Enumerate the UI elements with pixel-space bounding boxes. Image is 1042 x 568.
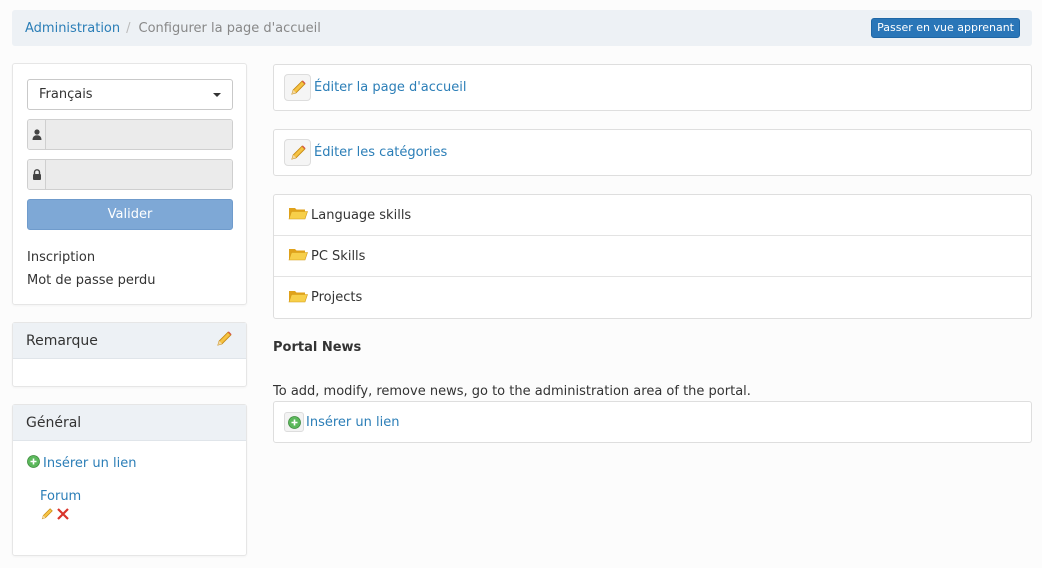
validate-button[interactable]: Valider — [27, 199, 233, 230]
folder-icon — [288, 205, 308, 225]
caret-down-icon — [213, 92, 221, 97]
user-icon — [28, 120, 46, 149]
category-label: PC Skills — [311, 248, 366, 264]
remarque-title: Remarque — [26, 332, 98, 349]
folder-icon — [288, 246, 308, 266]
password-group — [27, 159, 233, 190]
language-select-value: Français — [39, 87, 93, 102]
breadcrumb-current: Configurer la page d'accueil — [138, 20, 321, 36]
general-title: Général — [26, 414, 82, 431]
news-insert-link[interactable]: Insérer un lien — [306, 415, 399, 430]
pencil-icon[interactable] — [40, 507, 54, 525]
edit-homepage-link[interactable]: Éditer la page d'accueil — [314, 80, 467, 95]
category-label: Projects — [311, 290, 363, 305]
lost-password-link[interactable]: Mot de passe perdu — [27, 269, 232, 292]
remarque-heading: Remarque — [13, 323, 246, 359]
insert-link-label[interactable]: Insérer un lien — [43, 456, 136, 471]
register-link[interactable]: Inscription — [27, 246, 232, 269]
pencil-icon[interactable] — [284, 139, 311, 166]
folder-icon — [288, 288, 308, 308]
edit-homepage-card: Éditer la page d'accueil — [273, 64, 1032, 111]
student-view-button[interactable]: Passer en vue apprenant — [871, 18, 1020, 38]
forum-link[interactable]: Forum — [40, 489, 81, 504]
edit-categories-card: Éditer les catégories — [273, 129, 1032, 176]
category-item[interactable]: Language skills — [274, 195, 1031, 236]
category-label: Language skills — [311, 207, 412, 223]
lock-icon — [28, 160, 46, 189]
categories-list: Language skills PC Skills Projects — [273, 194, 1032, 319]
login-panel: Français Valider Inscription Mot de pass… — [12, 63, 247, 305]
password-input[interactable] — [46, 160, 232, 189]
pencil-icon[interactable] — [284, 74, 311, 101]
news-insert-link-card: Insérer un lien — [273, 401, 1032, 443]
breadcrumb-separator: / — [126, 20, 131, 36]
plus-circle-icon — [27, 455, 40, 472]
remarque-panel: Remarque — [12, 322, 247, 387]
portal-news-note: To add, modify, remove news, go to the a… — [273, 384, 751, 399]
portal-news-title: Portal News — [273, 340, 362, 355]
breadcrumb: Administration / Configurer la page d'ac… — [12, 10, 1032, 46]
category-item[interactable]: Projects — [274, 277, 1031, 318]
general-panel: Général Insérer un lien Forum — [12, 404, 247, 556]
username-input[interactable] — [46, 120, 232, 149]
breadcrumb-administration[interactable]: Administration — [25, 21, 120, 36]
general-heading: Général — [13, 405, 246, 441]
category-item[interactable]: PC Skills — [274, 236, 1031, 277]
login-links: Inscription Mot de passe perdu — [27, 246, 232, 292]
plus-circle-icon[interactable] — [284, 412, 304, 432]
insert-link-button[interactable]: Insérer un lien — [27, 455, 232, 472]
delete-x-icon[interactable] — [56, 507, 70, 525]
pencil-icon[interactable] — [215, 330, 233, 352]
language-select[interactable]: Français — [27, 79, 233, 110]
forum-link-item: Forum — [27, 489, 232, 525]
username-group — [27, 119, 233, 150]
edit-categories-link[interactable]: Éditer les catégories — [314, 145, 447, 160]
